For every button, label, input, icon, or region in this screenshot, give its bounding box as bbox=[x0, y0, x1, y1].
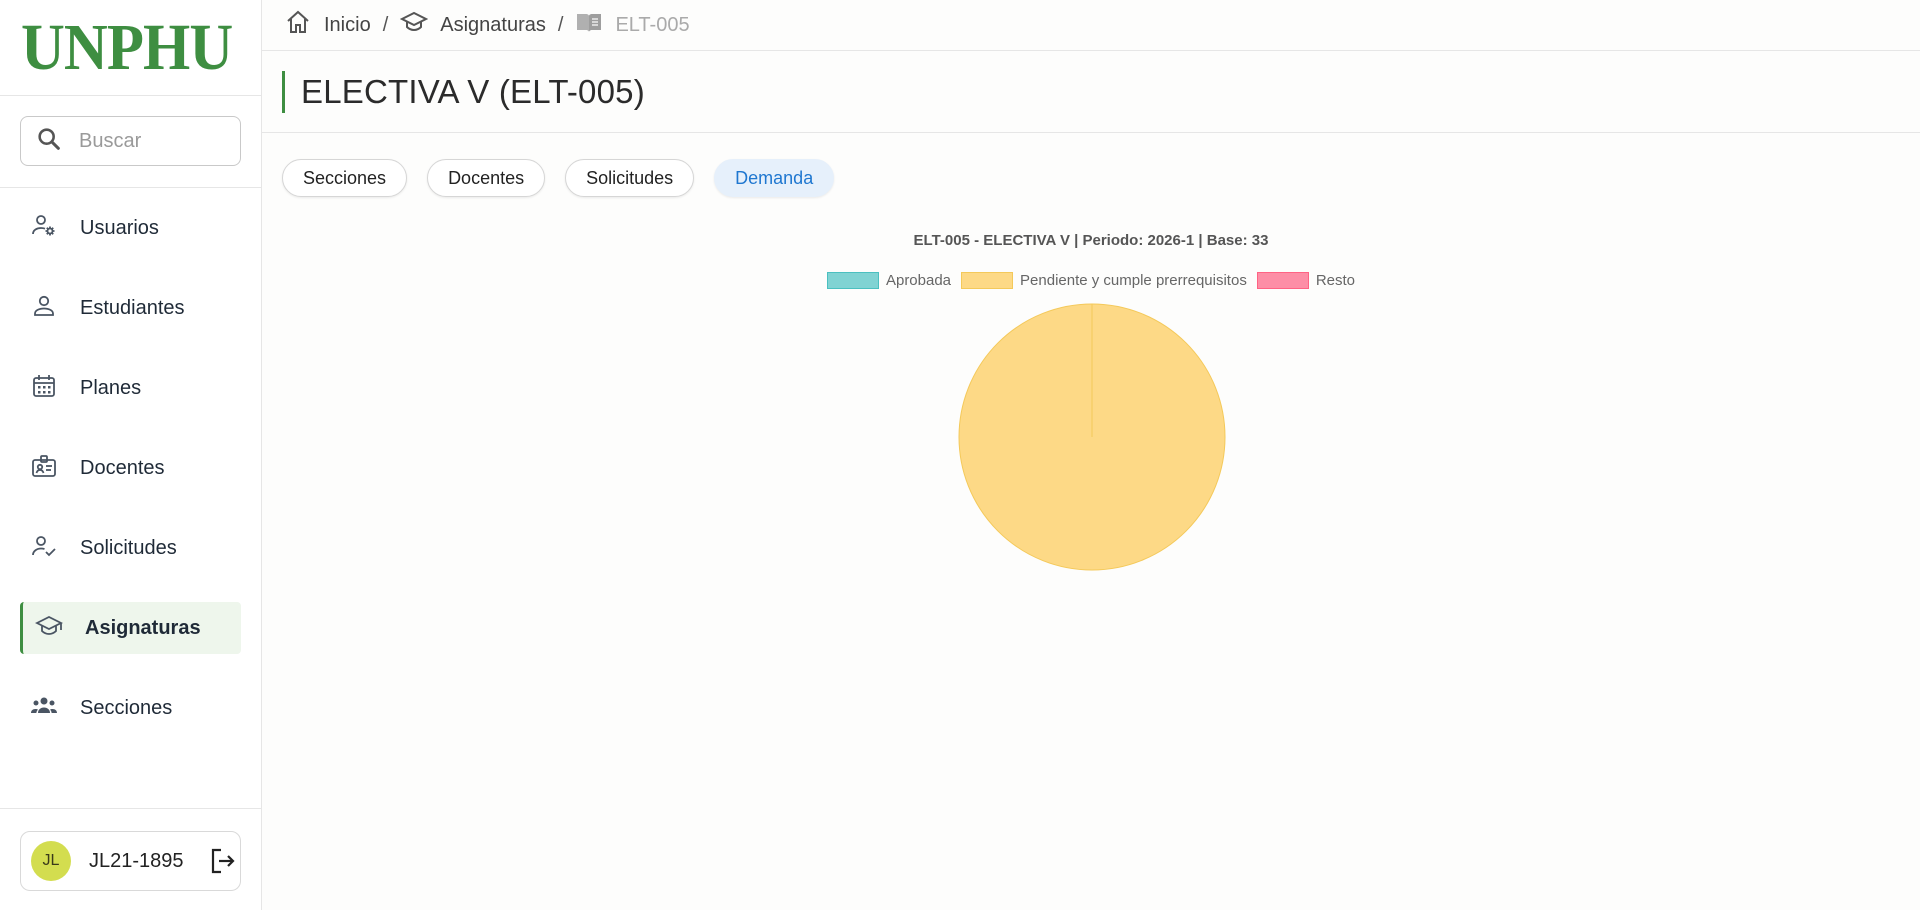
sidebar-item-solicitudes[interactable]: Solicitudes bbox=[20, 522, 241, 574]
search-input[interactable] bbox=[79, 129, 229, 153]
book-icon bbox=[575, 8, 615, 42]
legend-item-aprobada[interactable]: Aprobada bbox=[826, 272, 952, 289]
sidebar-item-label: Estudiantes bbox=[80, 296, 185, 319]
user-card: JL JL21-1895 bbox=[20, 831, 241, 891]
sidebar-item-usuarios[interactable]: Usuarios bbox=[20, 202, 241, 254]
search-box[interactable] bbox=[20, 116, 241, 166]
avatar[interactable]: JL bbox=[31, 841, 71, 881]
sidebar-footer: JL JL21-1895 bbox=[0, 808, 261, 910]
sidebar-item-label: Asignaturas bbox=[85, 616, 201, 639]
page-title: ELECTIVA V (ELT-005) bbox=[301, 72, 645, 110]
breadcrumb-section[interactable]: Asignaturas bbox=[400, 8, 546, 42]
legend-swatch bbox=[826, 272, 879, 289]
sidebar-nav: Usuarios Estudiantes Planes Docentes Sol… bbox=[0, 188, 261, 734]
legend-swatch bbox=[961, 272, 1014, 289]
breadcrumb-home[interactable]: Inicio bbox=[284, 8, 371, 42]
breadcrumb-home-label: Inicio bbox=[324, 13, 371, 36]
tab-solicitudes[interactable]: Solicitudes bbox=[565, 159, 695, 197]
title-bar: ELECTIVA V (ELT-005) bbox=[262, 51, 1920, 133]
id-badge-icon bbox=[30, 452, 58, 485]
user-icon bbox=[30, 292, 58, 325]
sidebar-item-asignaturas[interactable]: Asignaturas bbox=[20, 602, 241, 654]
sidebar-item-label: Planes bbox=[80, 376, 142, 399]
sidebar-item-docentes[interactable]: Docentes bbox=[20, 442, 241, 494]
logout-icon[interactable] bbox=[208, 846, 238, 876]
breadcrumb: Inicio / Asignaturas / ELT-005 bbox=[262, 0, 1920, 51]
group-icon bbox=[30, 692, 58, 725]
tab-demanda[interactable]: Demanda bbox=[714, 159, 835, 197]
user-gear-icon bbox=[30, 212, 58, 245]
legend-label: Aprobada bbox=[885, 272, 952, 289]
sidebar-item-label: Secciones bbox=[80, 696, 173, 719]
user-check-icon bbox=[30, 532, 58, 565]
sidebar-item-secciones[interactable]: Secciones bbox=[20, 682, 241, 734]
search-icon bbox=[35, 125, 63, 158]
logo[interactable]: UNPHU bbox=[21, 14, 233, 81]
tab-bar: Secciones Docentes Solicitudes Demanda bbox=[262, 133, 1920, 197]
sidebar-item-planes[interactable]: Planes bbox=[20, 362, 241, 414]
breadcrumb-separator: / bbox=[382, 13, 389, 36]
chart-legend: Aprobada Pendiente y cumple prerrequisit… bbox=[262, 272, 1920, 289]
tab-secciones[interactable]: Secciones bbox=[282, 159, 408, 197]
legend-label: Pendiente y cumple prerrequisitos bbox=[1020, 272, 1247, 289]
sidebar-item-label: Solicitudes bbox=[80, 536, 177, 559]
graduation-cap-icon bbox=[34, 612, 64, 645]
pie-chart bbox=[958, 303, 1226, 571]
breadcrumb-section-label: Asignaturas bbox=[440, 13, 546, 36]
sidebar-item-estudiantes[interactable]: Estudiantes bbox=[20, 282, 241, 334]
tab-docentes[interactable]: Docentes bbox=[427, 159, 546, 197]
title-accent-bar bbox=[282, 70, 285, 113]
sidebar-item-label: Usuarios bbox=[80, 216, 159, 239]
logo-area: UNPHU bbox=[0, 0, 261, 96]
breadcrumb-current: ELT-005 bbox=[575, 8, 690, 42]
legend-item-pendiente[interactable]: Pendiente y cumple prerrequisitos bbox=[961, 272, 1247, 289]
breadcrumb-separator: / bbox=[557, 13, 564, 36]
calendar-icon bbox=[30, 372, 58, 405]
sidebar: UNPHU Usuarios Estudiantes Planes bbox=[0, 0, 262, 910]
user-name: JL21-1895 bbox=[89, 849, 184, 872]
legend-swatch bbox=[1256, 272, 1309, 289]
main-content: Inicio / Asignaturas / ELT-005 ELECTIVA … bbox=[262, 0, 1920, 910]
search-area bbox=[0, 96, 261, 188]
legend-label: Resto bbox=[1315, 272, 1356, 289]
breadcrumb-current-label: ELT-005 bbox=[615, 13, 690, 36]
sidebar-item-label: Docentes bbox=[80, 456, 165, 479]
graduation-cap-icon bbox=[400, 8, 440, 42]
legend-item-resto[interactable]: Resto bbox=[1256, 272, 1356, 289]
home-icon bbox=[284, 8, 324, 42]
demand-chart: ELT-005 - ELECTIVA V | Periodo: 2026-1 |… bbox=[262, 220, 1920, 600]
chart-title: ELT-005 - ELECTIVA V | Periodo: 2026-1 |… bbox=[913, 232, 1269, 249]
